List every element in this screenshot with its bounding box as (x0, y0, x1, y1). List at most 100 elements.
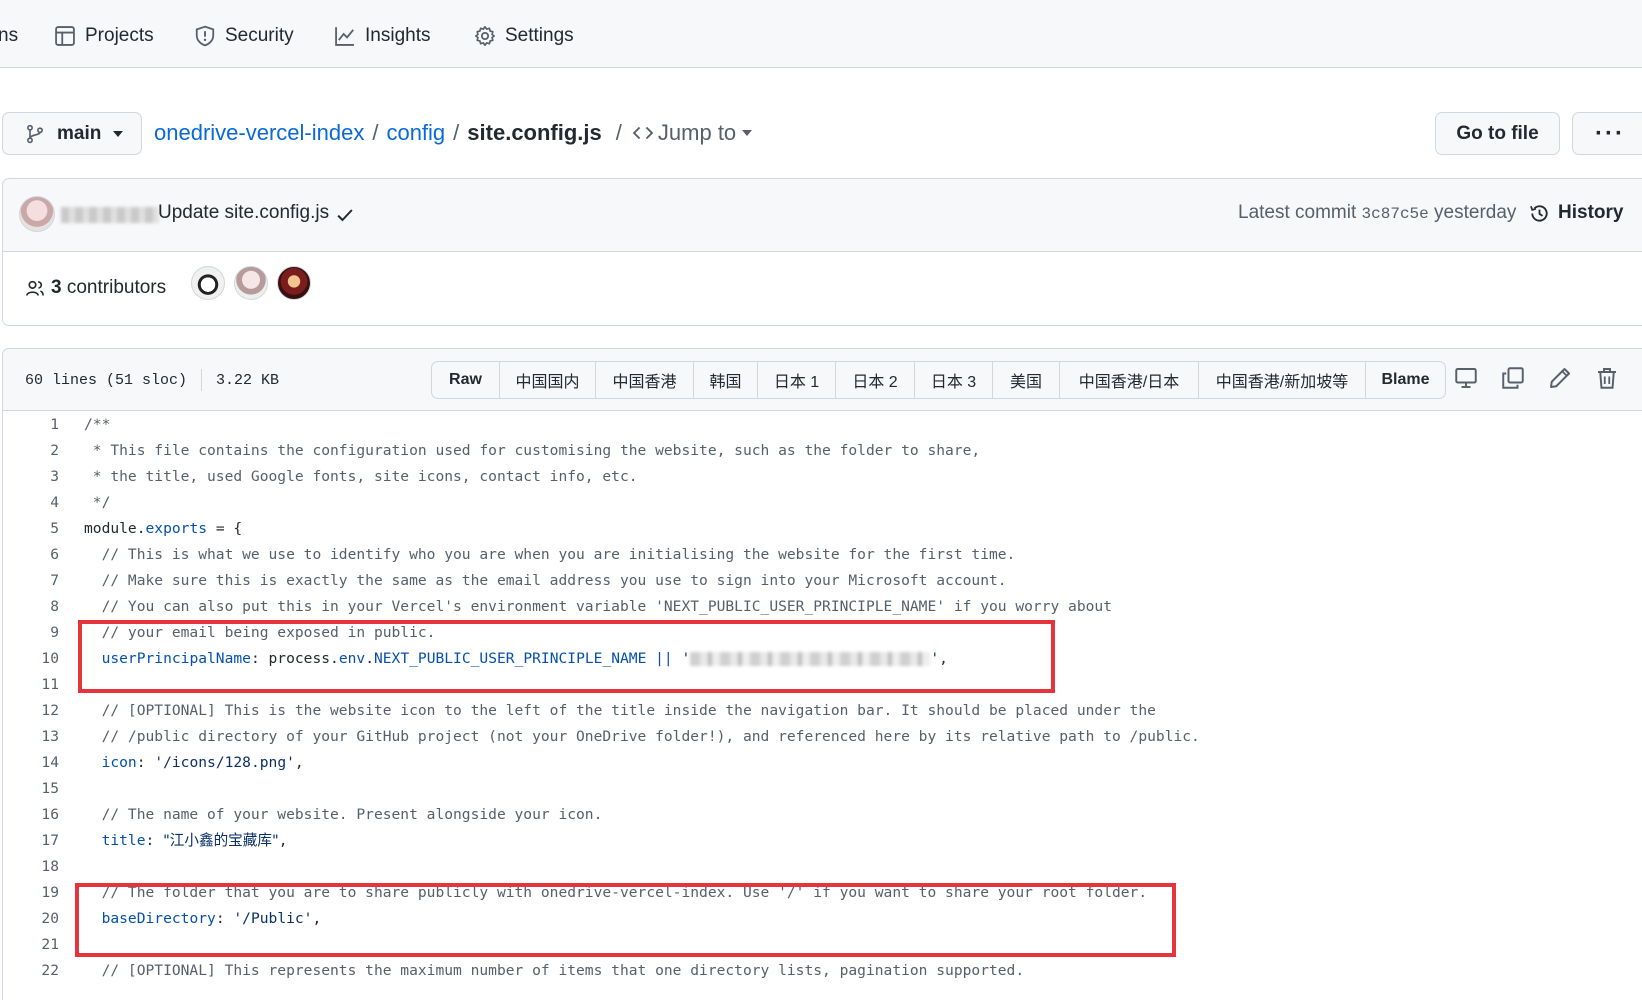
line-number[interactable]: 21 (3, 931, 59, 958)
line-number[interactable]: 11 (3, 671, 59, 698)
line-number[interactable]: 13 (3, 723, 59, 750)
file-info: 60 lines (51 sloc) 3.22 KB (25, 369, 279, 391)
code-line: 13 // /public directory of your GitHub p… (3, 723, 1642, 750)
jump-to-button[interactable]: Jump to (630, 120, 753, 146)
repo-nav: ns Projects Security Insights Settings (0, 0, 1642, 68)
mirror-button-kr[interactable]: 韩国 (694, 362, 758, 398)
code-line: 17 title: "江小鑫的宝藏库", (3, 827, 1642, 854)
code-text: /** (84, 416, 111, 433)
mirror-button-cn[interactable]: 中国国内 (500, 362, 596, 398)
latest-commit-box: Update site.config.js Latest commit 3c87… (2, 178, 1642, 326)
branch-selector[interactable]: main (2, 112, 142, 155)
check-icon[interactable] (335, 205, 355, 225)
line-number[interactable]: 5 (3, 515, 59, 542)
code-text: // /public directory of your GitHub proj… (84, 728, 1200, 745)
commit-message[interactable]: Update site.config.js (158, 202, 329, 224)
history-button[interactable]: History (1529, 202, 1623, 224)
graph-icon (335, 27, 354, 46)
mirror-button-us[interactable]: 美国 (993, 362, 1060, 398)
mirror-button-hk-sg[interactable]: 中国香港/新加坡等 (1199, 362, 1366, 398)
line-number[interactable]: 9 (3, 619, 59, 646)
caret-down-icon (113, 130, 124, 137)
line-number[interactable]: 12 (3, 697, 59, 724)
breadcrumb-repo-link[interactable]: onedrive-vercel-index (154, 120, 364, 146)
line-number[interactable]: 10 (3, 645, 59, 672)
shield-icon (195, 25, 215, 47)
line-number[interactable]: 19 (3, 879, 59, 906)
code-token: title (101, 832, 146, 849)
code-text: */ (84, 494, 111, 511)
line-number[interactable]: 3 (3, 463, 59, 490)
people-icon (26, 280, 44, 296)
mirror-button-jp2[interactable]: 日本 2 (836, 362, 915, 398)
line-number[interactable]: 20 (3, 905, 59, 932)
gear-icon (474, 25, 496, 47)
code-line: 22 // [OPTIONAL] This represents the max… (3, 957, 1642, 984)
code-text: // This is what we use to identify who y… (84, 546, 1016, 563)
code-text: * the title, used Google fonts, site ico… (84, 468, 638, 485)
nav-tab-settings[interactable]: Settings (474, 20, 574, 52)
code-line: 14 icon: '/icons/128.png', (3, 749, 1642, 776)
pencil-icon[interactable] (1548, 366, 1572, 390)
line-number[interactable]: 1 (3, 411, 59, 438)
mirror-button-hk[interactable]: 中国香港 (596, 362, 694, 398)
code-line: 16 // The name of your website. Present … (3, 801, 1642, 828)
trash-icon[interactable] (1595, 366, 1619, 390)
desktop-icon[interactable] (1454, 366, 1478, 390)
divider (201, 369, 203, 391)
line-number[interactable]: 16 (3, 801, 59, 828)
history-icon (1530, 204, 1548, 222)
breadcrumb-folder-link[interactable]: config (386, 120, 445, 146)
code-icon (632, 126, 654, 140)
line-number[interactable]: 8 (3, 593, 59, 620)
line-number[interactable]: 7 (3, 567, 59, 594)
contributor-avatar[interactable] (191, 266, 225, 300)
copy-icon[interactable] (1501, 366, 1525, 390)
nav-tab-security[interactable]: Security (194, 20, 294, 52)
line-number[interactable]: 6 (3, 541, 59, 568)
nav-tab-insights-label: Insights (365, 25, 431, 46)
code-line: 5 module.exports = { (3, 515, 1642, 542)
code-text: title: "江小鑫的宝藏库", (101, 832, 288, 849)
contributors-count: 3 (51, 277, 62, 298)
code-line: 8 // You can also put this in your Verce… (3, 593, 1642, 620)
nav-tab-projects[interactable]: Projects (54, 20, 154, 52)
line-number[interactable]: 22 (3, 957, 59, 984)
mirror-button-jp1[interactable]: 日本 1 (758, 362, 836, 398)
code-line: 2 * This file contains the configuration… (3, 437, 1642, 464)
file-header: 60 lines (51 sloc) 3.22 KB Raw 中国国内 中国香港… (3, 349, 1642, 411)
code-text: icon: '/icons/128.png', (101, 754, 304, 771)
git-branch-icon (27, 124, 43, 143)
mirror-button-jp3[interactable]: 日本 3 (915, 362, 993, 398)
raw-button[interactable]: Raw (432, 362, 500, 398)
nav-tab-insights[interactable]: Insights (334, 20, 430, 52)
code-text: // [OPTIONAL] This is the website icon t… (84, 702, 1156, 719)
line-number[interactable]: 14 (3, 749, 59, 776)
author-avatar[interactable] (19, 196, 55, 232)
contributor-avatar[interactable] (234, 266, 268, 300)
latest-commit-info: Latest commit 3c87c5e yesterday (1238, 202, 1516, 224)
nav-tab-partial-label: ns (0, 25, 19, 46)
contributors-link[interactable]: 3 contributors (25, 277, 166, 299)
contributor-avatar[interactable] (277, 266, 311, 300)
code-token: icon (101, 754, 137, 771)
code-token: exports (145, 520, 208, 537)
blame-button[interactable]: Blame (1366, 362, 1445, 398)
go-to-file-button[interactable]: Go to file (1435, 112, 1560, 155)
branch-name: main (57, 122, 102, 144)
line-number[interactable]: 15 (3, 775, 59, 802)
line-number[interactable]: 4 (3, 489, 59, 516)
commit-sha[interactable]: 3c87c5e (1362, 205, 1429, 223)
jump-to-label: Jump to (657, 120, 737, 145)
nav-tab-partial[interactable]: ns (0, 20, 18, 52)
line-number[interactable]: 2 (3, 437, 59, 464)
mirror-button-hk-jp[interactable]: 中国香港/日本 (1060, 362, 1199, 398)
table-icon (55, 26, 75, 46)
contributors-label: contributors (66, 277, 167, 298)
line-number[interactable]: 18 (3, 853, 59, 880)
more-options-button[interactable]: ··· (1572, 112, 1642, 155)
line-number[interactable]: 17 (3, 827, 59, 854)
history-label: History (1558, 202, 1624, 223)
annotation-highlight-base-directory (75, 883, 1176, 957)
code-text: // Make sure this is exactly the same as… (84, 572, 1007, 589)
